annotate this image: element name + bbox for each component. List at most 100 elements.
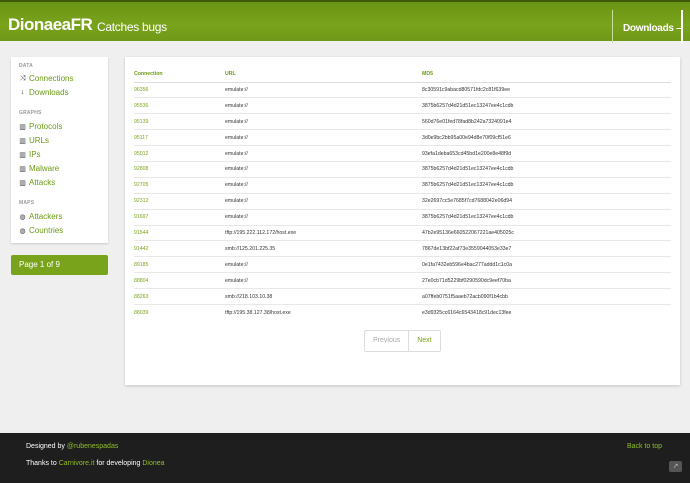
md5-cell: 8c30591c9abacd80571fdc2c81f639ee [422, 81, 671, 98]
md5-cell: 3875b6257d4d21d51ec13247ee4c1cdb [422, 176, 671, 194]
table-row: 92312 emulate://32e2697cc5e7685f7cd768804… [134, 192, 671, 210]
connection-link[interactable]: 95536 [134, 97, 225, 114]
next-page-button[interactable]: Next [409, 331, 439, 351]
md5-cell: 3d0e9bc2bb95a00e94d8e70f09cf51e6 [422, 129, 671, 146]
url-cell: emulate:// [225, 129, 422, 146]
sidebar-item-malware[interactable]: ▥ Malware [19, 164, 59, 173]
md5-cell: 93efa1deba653cd45bd1e200e8e48f9d [422, 145, 671, 162]
downloads-panel: Connection URL MD5 96356 emulate://8c3059… [125, 57, 680, 385]
brand-logo[interactable]: DionaeaFR [8, 15, 93, 35]
connection-link[interactable]: 88039 [134, 303, 225, 321]
bar-chart-icon: ▥ [19, 165, 26, 173]
table-row: 92808 emulate://3875b6257d4d21d51ec13247e… [134, 160, 671, 178]
carnivore-link[interactable]: Carnivore.it [59, 460, 95, 467]
md5-cell: 0e1fa7432eb596e4bac277addd1c1c0a [422, 256, 671, 273]
column-header-url[interactable]: URL [225, 66, 422, 83]
url-cell: emulate:// [225, 113, 422, 130]
share-icon[interactable]: ↗ [669, 461, 682, 472]
url-cell: emulate:// [225, 272, 422, 289]
globe-icon: ◍ [19, 227, 26, 235]
table-row: 96356 emulate://8c30591c9abacd80571fdc2c8… [134, 81, 671, 98]
table-row: 95139 emulate://560d76e01fed78fad8b242a73… [134, 113, 671, 130]
nav-divider [612, 10, 613, 43]
table-row: 88039 tftp://195.38.127.38/host.exe e3d932… [134, 303, 671, 321]
footer: Designed by @rubenespadas Thanks to Carn… [0, 433, 690, 483]
sidebar-section-graphs: GRAPHS [19, 110, 42, 116]
table-row: 89185 emulate://0e1fa7432eb596e4bac277add… [134, 256, 671, 273]
dionea-link[interactable]: Dionea [142, 460, 164, 467]
sidebar-item-attackers[interactable]: ◍ Attackers [19, 212, 62, 221]
connection-link[interactable]: 91442 [134, 240, 225, 257]
pagination: Previous Next [364, 330, 441, 352]
sidebar: DATA ⤨ Connections ↓ Downloads GRAPHS ▥ … [11, 57, 108, 243]
md5-cell: 27e0cb71d5229bf0290590dc9eef70ba [422, 272, 671, 289]
connection-link[interactable]: 96356 [134, 81, 225, 98]
previous-page-button[interactable]: Previous [365, 331, 410, 351]
url-cell: emulate:// [225, 176, 422, 194]
table-row: 95117 emulate://3d0e9bc2bb95a00e94d8e70f0… [134, 129, 671, 146]
sidebar-item-protocols[interactable]: ▥ Protocols [19, 122, 62, 131]
footer-thanks: Thanks to Carnivore.it for developing Di… [26, 460, 165, 467]
sidebar-item-label: Countries [29, 226, 64, 235]
download-arrow-icon: ↓ [20, 89, 25, 96]
connection-link[interactable]: 89185 [134, 256, 225, 273]
sidebar-item-downloads[interactable]: ↓ Downloads [19, 88, 69, 97]
connection-link[interactable]: 92705 [134, 176, 225, 194]
top-navbar: DionaeaFR Catches bugs Downloads – [0, 0, 690, 43]
shuffle-icon: ⤨ [19, 74, 26, 82]
sidebar-item-connections[interactable]: ⤨ Connections [19, 74, 74, 83]
md5-cell: 47b2e95136e660522067221ae405025c [422, 224, 671, 241]
connection-link[interactable]: 92312 [134, 192, 225, 210]
md5-cell: 3875b6257d4d21d51ec13247ee4c1cdb [422, 208, 671, 226]
md5-cell: 32e2697cc5e7685f7cd7688042e06d94 [422, 192, 671, 210]
sidebar-item-label: Connections [29, 74, 74, 83]
connection-link[interactable]: 88804 [134, 272, 225, 289]
md5-cell: 3875b6257d4d21d51ec13247ee4c1cdb [422, 160, 671, 178]
connection-link[interactable]: 95012 [134, 145, 225, 162]
connection-link[interactable]: 91697 [134, 208, 225, 226]
url-cell: smb://125.201.225.35 [225, 240, 422, 257]
bar-chart-icon: ▥ [19, 151, 26, 159]
url-cell: emulate:// [225, 97, 422, 114]
table-row: 88263 smb://218.103.10.38 a07ffeb0751f5aae… [134, 288, 671, 305]
connection-link[interactable]: 95139 [134, 113, 225, 130]
bar-chart-icon: ▥ [19, 123, 26, 131]
nav-item-downloads[interactable]: Downloads – [623, 23, 682, 34]
md5-cell: a07ffeb0751f5aaeb72acb090f1b4cbb [422, 288, 671, 305]
table-row: 91442 smb://125.201.225.35 7867de13bf22af7… [134, 240, 671, 257]
sidebar-item-ips[interactable]: ▥ IPs [19, 150, 41, 159]
sidebar-item-attacks[interactable]: ▥ Attacks [19, 178, 55, 187]
url-cell: emulate:// [225, 145, 422, 162]
sidebar-section-maps: MAPS [19, 200, 35, 206]
sidebar-section-data: DATA [19, 63, 33, 69]
sidebar-item-label: URLs [29, 136, 50, 145]
sidebar-item-countries[interactable]: ◍ Countries [19, 226, 63, 235]
md5-cell: 560d76e01fed78fad8b242a7324091e4 [422, 113, 671, 130]
url-cell: emulate:// [225, 160, 422, 178]
back-to-top-link[interactable]: Back to top [627, 443, 662, 450]
table-row: 95012 emulate://93efa1deba653cd45bd1e200e… [134, 145, 671, 162]
table-header-row: Connection URL MD5 [134, 66, 671, 83]
column-header-md5[interactable]: MD5 [422, 66, 671, 83]
sidebar-item-label: IPs [29, 150, 41, 159]
footer-credits: Designed by @rubenespadas [26, 443, 118, 450]
connection-link[interactable]: 95117 [134, 129, 225, 146]
bar-chart-icon: ▥ [19, 137, 26, 145]
connection-link[interactable]: 91544 [134, 224, 225, 241]
downloads-table: Connection URL MD5 96356 emulate://8c3059… [134, 66, 671, 321]
sidebar-item-label: Downloads [29, 88, 69, 97]
sidebar-item-urls[interactable]: ▥ URLs [19, 136, 49, 145]
md5-cell: 3875b6257d4d21d51ec13247ee4c1cdb [422, 97, 671, 114]
sidebar-item-label: Attacks [29, 178, 56, 187]
url-cell: emulate:// [225, 192, 422, 210]
brand-tagline: Catches bugs [97, 20, 167, 34]
table-row: 91544 tftp://195.222.112.172/host.exe 47b2… [134, 224, 671, 241]
connection-link[interactable]: 92808 [134, 160, 225, 178]
table-row: 92705 emulate://3875b6257d4d21d51ec13247e… [134, 176, 671, 194]
footer-text: Designed by [26, 443, 67, 450]
url-cell: emulate:// [225, 208, 422, 226]
designer-link[interactable]: @rubenespadas [67, 443, 118, 450]
connection-link[interactable]: 88263 [134, 288, 225, 305]
column-header-connection[interactable]: Connection [134, 66, 225, 83]
page-indicator: Page 1 of 9 [11, 255, 108, 275]
